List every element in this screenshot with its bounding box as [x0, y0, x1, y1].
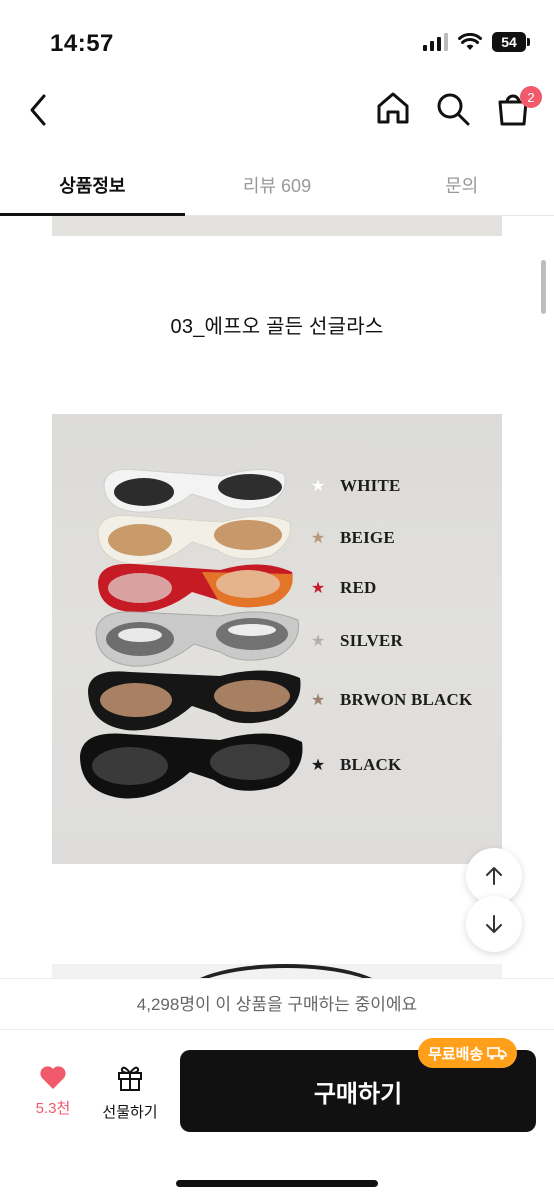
battery-icon: 54 — [492, 32, 530, 52]
color-label: SILVER — [340, 631, 403, 650]
star-icon: ★ — [310, 478, 326, 495]
back-button[interactable] — [20, 90, 60, 130]
sunglasses-brown-black — [88, 670, 301, 731]
product-tabs: 상품정보 리뷰 609 문의 — [0, 160, 554, 216]
star-icon: ★ — [310, 633, 326, 650]
gift-icon — [118, 1066, 142, 1091]
like-button[interactable]: 5.3천 — [24, 1064, 82, 1118]
color-option-beige: ★ BEIGE — [310, 528, 395, 548]
scrollbar[interactable] — [541, 260, 546, 314]
back-icon — [30, 94, 46, 126]
color-label: BEIGE — [340, 528, 395, 547]
cart-button[interactable]: 2 — [494, 86, 542, 128]
home-indicator — [176, 1180, 378, 1187]
previous-image — [52, 216, 502, 236]
free-shipping-badge: 무료배송 — [418, 1038, 518, 1068]
signal-icon — [423, 33, 448, 51]
sunglasses-silver — [95, 611, 300, 667]
sunglasses-beige — [97, 514, 292, 565]
color-option-brown-black: ★ BRWON BLACK — [310, 690, 472, 710]
purchase-notice: 4,298명이 이 상품을 구매하는 중이에요 — [0, 978, 554, 1030]
sunglasses-black — [80, 733, 303, 799]
scroll-down-button[interactable] — [466, 896, 522, 952]
star-icon: ★ — [310, 757, 326, 774]
color-label: RED — [340, 578, 377, 597]
color-label: WHITE — [340, 476, 401, 495]
arrow-up-icon — [486, 867, 502, 885]
star-icon: ★ — [310, 530, 326, 547]
like-count: 5.3천 — [35, 1100, 71, 1117]
color-option-white: ★ WHITE — [310, 476, 401, 496]
color-label: BLACK — [340, 755, 402, 774]
cart-badge: 2 — [520, 86, 542, 108]
color-options: ★ WHITE ★ BEIGE ★ RED ★ SILVER ★ BRWON B… — [310, 414, 500, 864]
color-label: BRWON BLACK — [340, 690, 473, 709]
sunglasses-white — [103, 468, 286, 513]
tab-reviews[interactable]: 리뷰 609 — [185, 160, 370, 215]
tab-inquiry[interactable]: 문의 — [369, 160, 554, 215]
free-shipping-label: 무료배송 — [428, 1045, 484, 1063]
arrow-down-icon — [486, 915, 502, 933]
product-detail-content[interactable]: 03_에프오 골든 선글라스 ★ WHITE ★ BEIGE ★ RED ★ S… — [0, 216, 554, 978]
heart-icon — [40, 1066, 66, 1089]
tab-product-info[interactable]: 상품정보 — [0, 160, 185, 216]
sunglasses-illustration — [80, 468, 303, 799]
bottom-action-bar: 5.3천 선물하기 구매하기 무료배송 — [0, 1030, 554, 1200]
gift-button[interactable]: 선물하기 — [96, 1062, 164, 1122]
sunglasses-red — [98, 563, 293, 613]
product-title: 03_에프오 골든 선글라스 — [170, 316, 384, 338]
color-option-silver: ★ SILVER — [310, 631, 403, 651]
nav-bar: 2 — [0, 80, 554, 140]
truck-icon — [487, 1047, 508, 1060]
status-time: 14:57 — [50, 30, 114, 57]
home-button[interactable] — [374, 88, 412, 128]
status-bar: 14:57 54 — [0, 0, 554, 80]
search-icon — [437, 93, 470, 126]
search-button[interactable] — [434, 88, 472, 128]
next-image — [52, 964, 502, 978]
color-option-black: ★ BLACK — [310, 755, 401, 775]
star-icon: ★ — [310, 692, 326, 709]
status-icons: 54 — [423, 32, 530, 52]
star-icon: ★ — [310, 580, 326, 597]
product-image: ★ WHITE ★ BEIGE ★ RED ★ SILVER ★ BRWON B… — [52, 414, 502, 864]
home-icon — [377, 92, 409, 124]
gift-label: 선물하기 — [102, 1104, 158, 1121]
nav-actions: 2 — [374, 86, 542, 128]
color-option-red: ★ RED — [310, 578, 377, 598]
wifi-icon — [458, 33, 482, 50]
